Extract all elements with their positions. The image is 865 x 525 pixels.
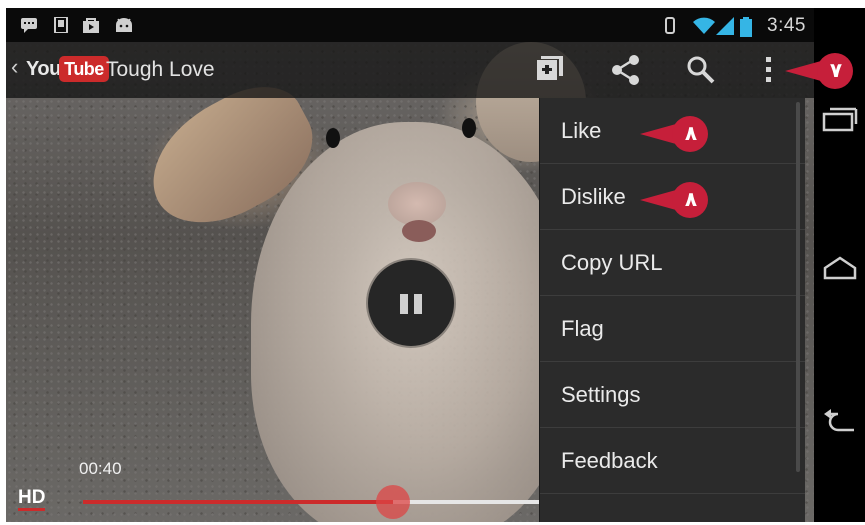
signal-icon — [716, 17, 736, 35]
vibrate-icon — [664, 17, 682, 34]
android-icon — [114, 17, 132, 33]
back-chevron-icon[interactable]: ‹ — [11, 56, 18, 78]
seek-bar-thumb[interactable] — [376, 485, 411, 519]
bunny-eye — [462, 118, 476, 138]
pause-icon — [400, 294, 408, 314]
annotation-number: ٧ — [829, 58, 843, 82]
logo-you: You — [26, 58, 61, 80]
bunny-mouth — [402, 220, 436, 242]
clock: 3:45 — [767, 15, 806, 36]
recent-apps-icon[interactable] — [822, 104, 858, 134]
overflow-menu-icon[interactable] — [761, 54, 777, 86]
battery-icon — [740, 17, 752, 37]
menu-scrollbar[interactable] — [796, 102, 800, 472]
wifi-icon — [692, 17, 716, 34]
home-icon[interactable] — [822, 254, 858, 284]
seek-bar[interactable] — [83, 485, 539, 519]
menu-item-feedback[interactable]: Feedback — [540, 428, 805, 494]
chat-icon — [20, 17, 38, 33]
annotation-number: ٨ — [684, 187, 698, 211]
elapsed-time: 00:40 — [79, 459, 122, 478]
hd-toggle[interactable]: HD — [18, 488, 46, 511]
sd-card-icon — [52, 16, 70, 34]
status-bar: 3:45 — [6, 8, 814, 42]
logo-tube: Tube — [59, 56, 109, 82]
annotation-number: ٨ — [684, 121, 698, 145]
menu-item-copy-url[interactable]: Copy URL — [540, 230, 805, 296]
menu-item-settings[interactable]: Settings — [540, 362, 805, 428]
add-to-playlist-icon[interactable] — [533, 54, 567, 86]
pause-button[interactable] — [368, 260, 454, 346]
search-icon[interactable] — [684, 54, 718, 86]
annotation-marker-overflow: ٧ — [785, 53, 855, 89]
seek-bar-played — [83, 500, 394, 504]
bunny-eye — [326, 128, 340, 148]
annotation-marker-like: ٨ — [640, 116, 710, 152]
video-title: Tough Love — [106, 58, 215, 81]
back-icon[interactable] — [822, 406, 858, 436]
menu-item-flag[interactable]: Flag — [540, 296, 805, 362]
action-bar: ‹ You Tube Tough Love — [6, 42, 814, 98]
pause-icon — [414, 294, 422, 314]
annotation-marker-dislike: ٨ — [640, 182, 710, 218]
share-icon[interactable] — [609, 54, 643, 86]
device-screen: 3:45 00:40 HD ‹ You Tube Tough Love Like… — [6, 8, 865, 522]
store-bag-icon — [82, 17, 100, 33]
overflow-menu: Like Dislike Copy URL Flag Settings Feed… — [539, 98, 805, 522]
